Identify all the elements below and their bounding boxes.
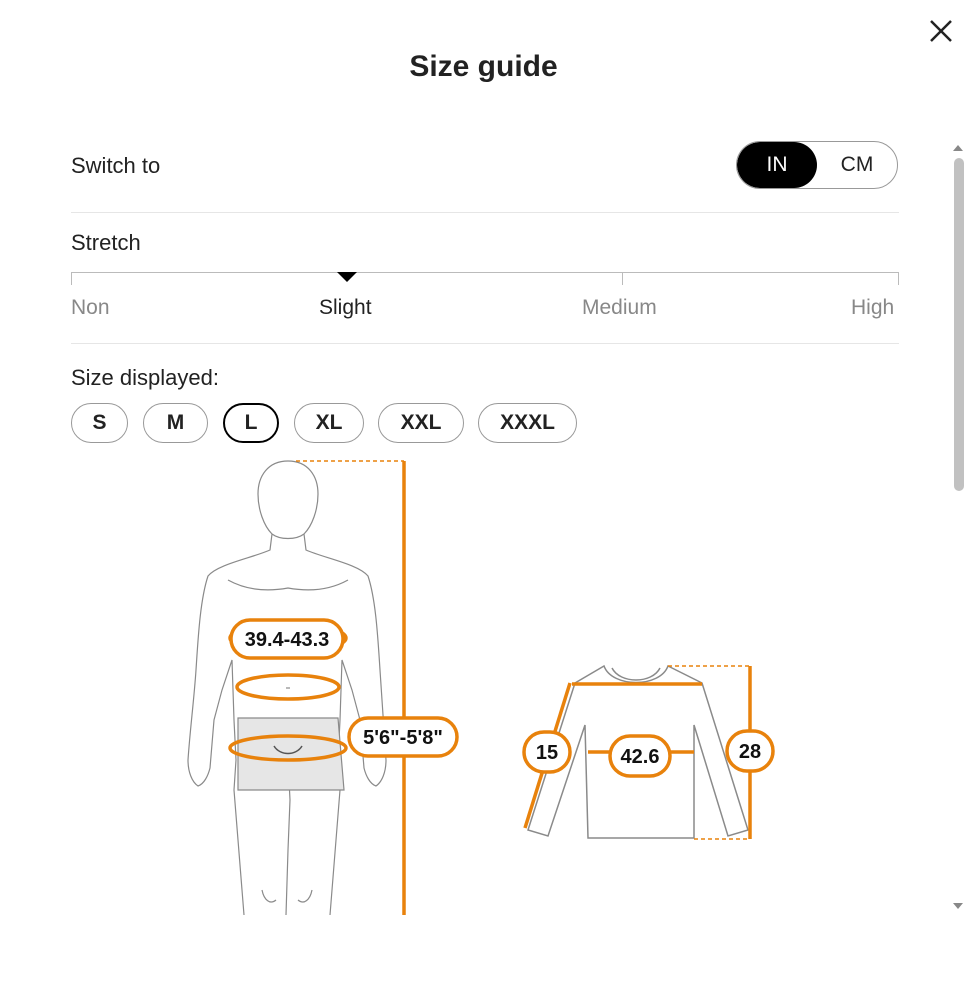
height-measurement-label: 5'6"-5'8": [363, 727, 443, 749]
stretch-tick: [622, 272, 623, 285]
chest-measurement-label: 39.4-43.3: [245, 629, 330, 651]
stretch-track: [71, 272, 899, 273]
garment-chest-measurement-label: 42.6: [621, 746, 660, 768]
length-measurement-label: 28: [739, 741, 761, 763]
size-option-xl[interactable]: XL: [294, 403, 364, 443]
unit-in-button[interactable]: IN: [737, 142, 817, 188]
divider: [71, 343, 899, 344]
close-button[interactable]: [928, 18, 954, 44]
size-option-xxl[interactable]: XXL: [378, 403, 464, 443]
size-option-m[interactable]: M: [143, 403, 208, 443]
size-option-l[interactable]: L: [223, 403, 279, 443]
unit-switch-label: Switch to: [71, 153, 161, 178]
unit-toggle: IN CM: [736, 141, 898, 189]
scrollbar-thumb[interactable]: [954, 158, 964, 491]
scroll-up-arrow[interactable]: [953, 145, 963, 151]
stretch-marker: [337, 272, 357, 282]
size-illustration: 39.4-43.3 5'6"-5'8" 15 42.6 28: [187, 460, 775, 916]
stretch-label: Stretch: [71, 230, 141, 255]
stretch-level-non: Non: [71, 296, 110, 319]
stretch-tick: [898, 272, 899, 285]
divider: [71, 212, 899, 213]
dialog-title: Size guide: [409, 50, 558, 83]
size-displayed-label: Size displayed:: [71, 365, 219, 390]
stretch-level-high: High: [851, 296, 895, 319]
sleeve-measurement-label: 15: [536, 742, 558, 764]
stretch-tick: [71, 272, 72, 285]
body-figure: [187, 460, 387, 916]
size-option-s[interactable]: S: [71, 403, 128, 443]
stretch-level-slight: Slight: [319, 296, 372, 319]
scroll-down-arrow[interactable]: [953, 903, 963, 909]
stretch-level-medium: Medium: [582, 296, 657, 319]
close-icon: [930, 20, 952, 42]
unit-cm-button[interactable]: CM: [817, 142, 897, 188]
size-option-xxxl[interactable]: XXXL: [478, 403, 577, 443]
